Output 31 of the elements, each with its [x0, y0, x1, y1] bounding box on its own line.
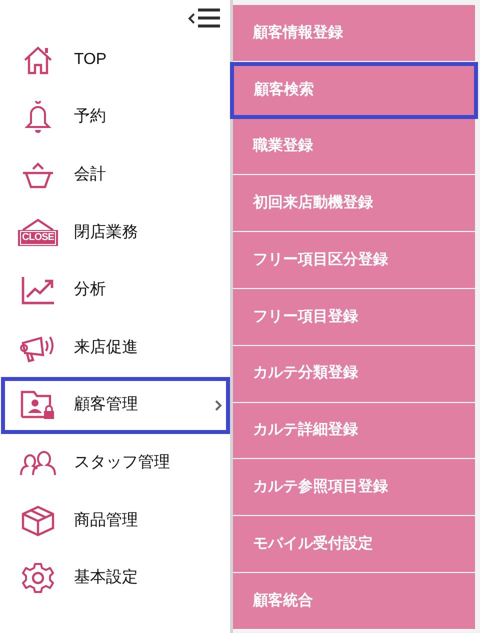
submenu-item[interactable]: モバイル受付設定	[233, 516, 475, 573]
menu-item[interactable]: 来店促進	[1, 318, 230, 377]
settings-icon	[22, 562, 54, 594]
submenu-item[interactable]: カルテ分類登録	[233, 346, 475, 403]
folder-user-icon	[20, 389, 56, 422]
submenu-item[interactable]: フリー項目登録	[233, 288, 475, 346]
menu-item[interactable]: スタッフ管理	[1, 434, 230, 492]
menu-item[interactable]: TOP	[1, 31, 230, 89]
submenu-item[interactable]: 顧客統合	[233, 572, 475, 630]
submenu-item[interactable]: 顧客情報登録	[233, 5, 475, 62]
menu-item[interactable]: 予約	[1, 88, 230, 146]
bell-icon	[23, 101, 53, 134]
menu-icon[interactable]	[198, 8, 220, 28]
submenu-item[interactable]: 職業登録	[233, 118, 475, 176]
house-icon	[23, 44, 53, 75]
two-people-icon	[19, 448, 57, 477]
menu-item[interactable]: 商品管理	[1, 492, 230, 550]
chart-icon	[21, 275, 55, 306]
submenu-item[interactable]: カルテ参照項目登録	[233, 459, 475, 516]
submenu-item[interactable]: カルテ詳細登録	[233, 402, 475, 460]
menu-item[interactable]: CLOSE 閉店業務	[1, 204, 230, 262]
submenu-item[interactable]: フリー項目区分登録	[233, 232, 475, 289]
basket-icon	[21, 160, 55, 189]
menu-item[interactable]: 分析	[1, 261, 230, 319]
collapse-icon[interactable]	[188, 13, 195, 24]
box-icon	[21, 504, 55, 537]
submenu-item[interactable]: 顧客検索	[230, 62, 478, 119]
menu-item[interactable]: 顧客管理	[1, 376, 230, 434]
menu-item[interactable]: 基本設定	[1, 549, 230, 607]
submenu-item[interactable]: 初回来店動機登録	[233, 175, 475, 232]
menu-item[interactable]: 会計	[1, 146, 230, 204]
